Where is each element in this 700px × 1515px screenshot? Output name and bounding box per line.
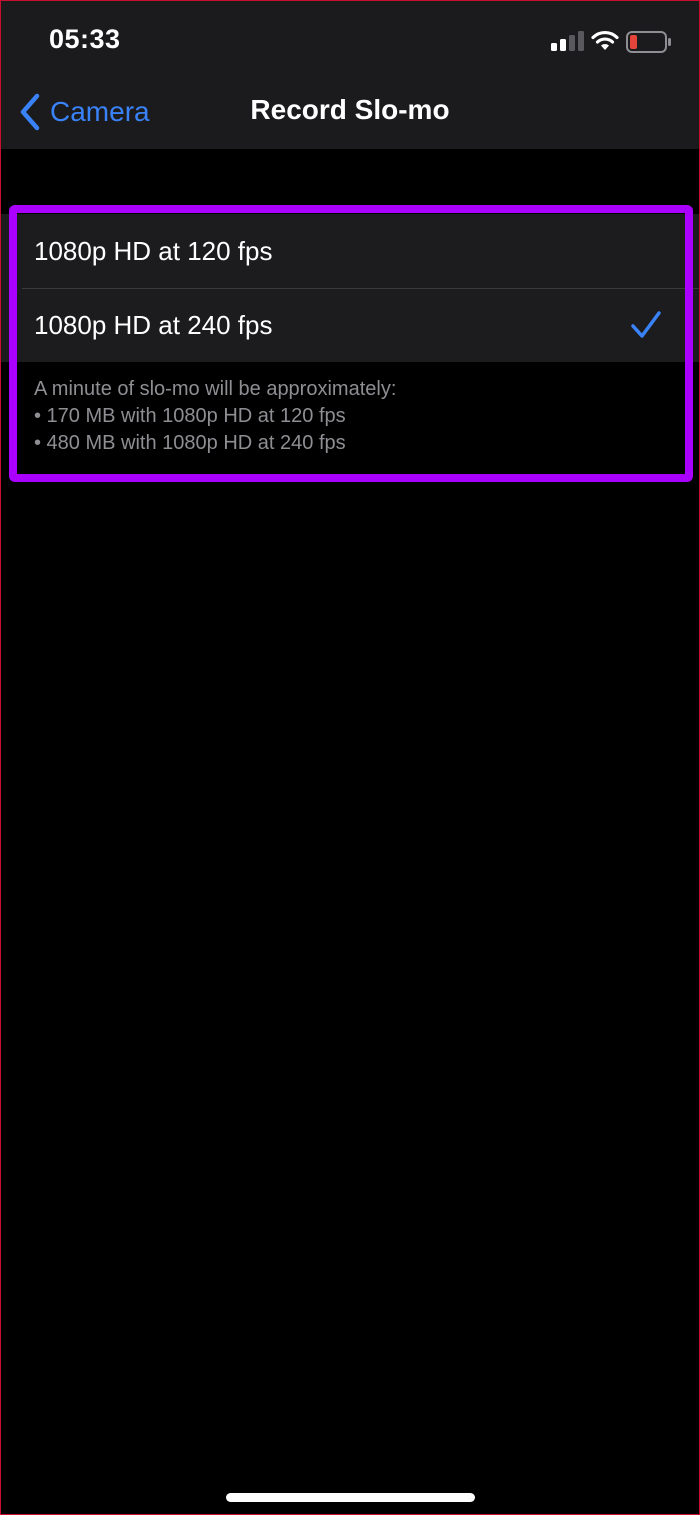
home-indicator[interactable] [226,1493,475,1502]
signal-icon [551,31,584,51]
option-label: 1080p HD at 240 fps [34,309,273,340]
battery-icon [626,31,671,53]
footnote-heading: A minute of slo-mo will be approximately… [34,378,397,400]
option-120fps[interactable]: 1080p HD at 120 fps [0,214,700,288]
page-title: Record Slo-mo [250,94,450,125]
footnote-item-120fps: • 170 MB with 1080p HD at 120 fps [34,405,346,427]
footnote-item-240fps: • 480 MB with 1080p HD at 240 fps [34,432,346,454]
checkmark-icon [631,311,661,338]
status-time: 05:33 [49,24,121,54]
top-bar: 05:33 Camera Record Slo-mo [0,0,700,149]
option-label: 1080p HD at 120 fps [34,235,273,266]
option-240fps[interactable]: 1080p HD at 240 fps [0,288,700,362]
slo-mo-options: 1080p HD at 120 fps 1080p HD at 240 fps … [0,214,700,457]
wifi-icon [591,30,619,50]
size-footnote: A minute of slo-mo will be approximately… [0,362,700,457]
